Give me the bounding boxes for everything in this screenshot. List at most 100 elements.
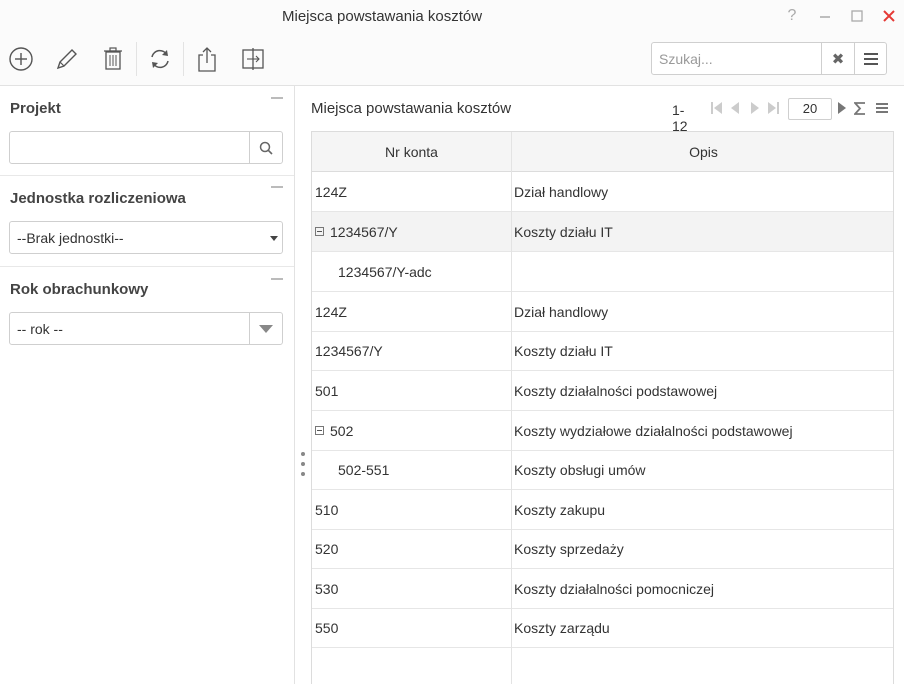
cell-opis: Koszty obsługi umów (514, 461, 646, 478)
cell-nr-konta: 1234567/Y (315, 331, 383, 370)
close-icon (883, 10, 895, 22)
grid-menu-icon[interactable] (876, 102, 888, 114)
cell-nr-konta-text: 1234567/Y-adc (338, 263, 432, 280)
table-row[interactable]: 530 Koszty działalności pomocniczej (312, 569, 893, 609)
cell-opis: Koszty zarządu (514, 619, 610, 636)
cell-opis: Koszty wydziałowe działalności podstawow… (514, 422, 793, 439)
cell-opis: Koszty zakupu (514, 501, 606, 518)
cell-opis: Koszty działalności podstawowej (514, 382, 718, 399)
panel-splitter[interactable] (294, 86, 295, 684)
toolbar: ✖ (0, 34, 904, 86)
filter-panel: Projekt Jednostka rozliczeniowa --Brak j… (0, 86, 294, 684)
cell-opis: Koszty działu IT (514, 223, 613, 240)
grid-column-header: Nr konta Opis (312, 132, 893, 172)
chevron-down-icon (270, 236, 278, 241)
export-icon (198, 47, 216, 72)
cell-nr-konta-text: 520 (315, 540, 339, 557)
refresh-icon (151, 49, 169, 69)
search-input[interactable] (652, 43, 820, 74)
next-page-icon[interactable] (751, 102, 759, 114)
cell-nr-konta: 1234567/Y-adc (338, 252, 432, 291)
cell-nr-konta: 1234567/Y (315, 212, 398, 251)
menu-icon (863, 52, 878, 65)
cell-opis: Koszty działalności pomocniczej (514, 580, 714, 597)
table-row[interactable]: 1234567/Y Koszty działu IT (312, 331, 893, 371)
chevron-down-icon (259, 324, 273, 333)
search-clear-button[interactable]: ✖ (821, 43, 854, 74)
year-select[interactable]: -- rok -- (9, 312, 283, 345)
cell-nr-konta-text: 1234567/Y (315, 342, 383, 359)
edit-icon (56, 49, 77, 70)
collapse-unit-icon[interactable] (271, 186, 283, 188)
project-field[interactable] (9, 131, 283, 164)
table-row[interactable]: 520 Koszty sprzedaży (312, 529, 893, 569)
project-search-button[interactable] (249, 132, 282, 163)
cell-nr-konta: 502-551 (338, 450, 389, 489)
data-grid: Nr konta Opis 124Z Dział handlowy 1234567/… (311, 131, 894, 684)
cell-nr-konta-text: 1234567/Y (330, 223, 398, 240)
title-bar: Miejsca powstawania kosztów ? (0, 0, 904, 34)
table-row[interactable]: 510 Koszty zakupu (312, 490, 893, 530)
filter-label-year: Rok obrachunkowy (10, 281, 149, 298)
table-row[interactable]: 501 Koszty działalności podstawowej (312, 371, 893, 411)
cell-nr-konta: 530 (315, 569, 338, 608)
grid-title: Miejsca powstawania kosztów (311, 100, 512, 117)
table-row[interactable]: 550 Koszty zarządu (312, 608, 893, 648)
cell-nr-konta-text: 502-551 (338, 461, 390, 478)
page-size-input[interactable]: 20 (788, 98, 832, 120)
table-row[interactable]: 502-551 Koszty obsługi umów (312, 450, 893, 490)
cell-nr-konta: 501 (315, 371, 338, 410)
split-view-button[interactable] (238, 42, 268, 76)
cell-nr-konta: 124Z (315, 292, 347, 331)
cell-nr-konta-text: 510 (315, 501, 339, 518)
table-row[interactable]: 502 Koszty wydziałowe działalności podsta… (312, 411, 893, 451)
cell-nr-konta-text: 124Z (315, 183, 347, 200)
collapse-node-icon[interactable] (315, 426, 324, 435)
table-row[interactable]: 1234567/Y Koszty działu IT (312, 212, 893, 252)
unit-value: --Brak jednostki-- (17, 230, 124, 246)
delete-button[interactable] (98, 42, 128, 76)
pager-range: 1-12 (672, 102, 688, 134)
cell-nr-konta-text: 550 (315, 619, 339, 636)
collapse-project-icon[interactable] (271, 97, 283, 99)
collapse-node-icon[interactable] (315, 227, 324, 236)
cell-nr-konta-text: 124Z (315, 303, 347, 320)
table-row[interactable]: 124Z Dział handlowy (312, 292, 893, 332)
split-view-icon (242, 48, 264, 70)
cell-nr-konta: 124Z (315, 172, 347, 211)
help-button[interactable]: ? (781, 5, 803, 27)
splitter-handle-icon[interactable] (300, 452, 306, 476)
last-page-icon[interactable] (768, 102, 779, 114)
filter-label-unit: Jednostka rozliczeniowa (10, 190, 186, 207)
cell-nr-konta: 520 (315, 529, 338, 568)
edit-button[interactable] (52, 42, 82, 76)
refresh-button[interactable] (145, 42, 175, 76)
filter-label-project: Projekt (10, 100, 61, 117)
cell-nr-konta-text: 501 (315, 382, 339, 399)
close-button[interactable] (878, 5, 900, 27)
first-page-icon[interactable] (711, 102, 722, 114)
search-box: ✖ (651, 42, 887, 75)
collapse-year-icon[interactable] (271, 278, 283, 280)
cell-nr-konta-text: 502 (330, 422, 354, 439)
cell-opis: Dział handlowy (514, 183, 609, 200)
sum-icon[interactable] (854, 102, 866, 115)
year-dropdown-button[interactable] (249, 313, 282, 344)
add-button[interactable] (6, 42, 36, 76)
cell-nr-konta-text: 530 (315, 580, 339, 597)
page-size-arrow-icon[interactable] (838, 102, 846, 114)
unit-select[interactable]: --Brak jednostki-- (9, 221, 283, 254)
cell-opis: Koszty sprzedaży (514, 540, 624, 557)
maximize-button[interactable] (846, 5, 868, 27)
search-menu-button[interactable] (854, 43, 886, 74)
export-button[interactable] (192, 42, 222, 76)
table-row[interactable]: 1234567/Y-adc (312, 252, 893, 292)
column-header-nr-konta[interactable]: Nr konta (312, 132, 511, 172)
cell-opis: Dział handlowy (514, 303, 609, 320)
help-icon: ? (787, 7, 797, 24)
prev-page-icon[interactable] (731, 102, 739, 114)
delete-icon (104, 47, 122, 70)
minimize-button[interactable] (814, 5, 836, 27)
column-header-opis[interactable]: Opis (512, 132, 893, 172)
table-row[interactable]: 124Z Dział handlowy (312, 172, 893, 212)
